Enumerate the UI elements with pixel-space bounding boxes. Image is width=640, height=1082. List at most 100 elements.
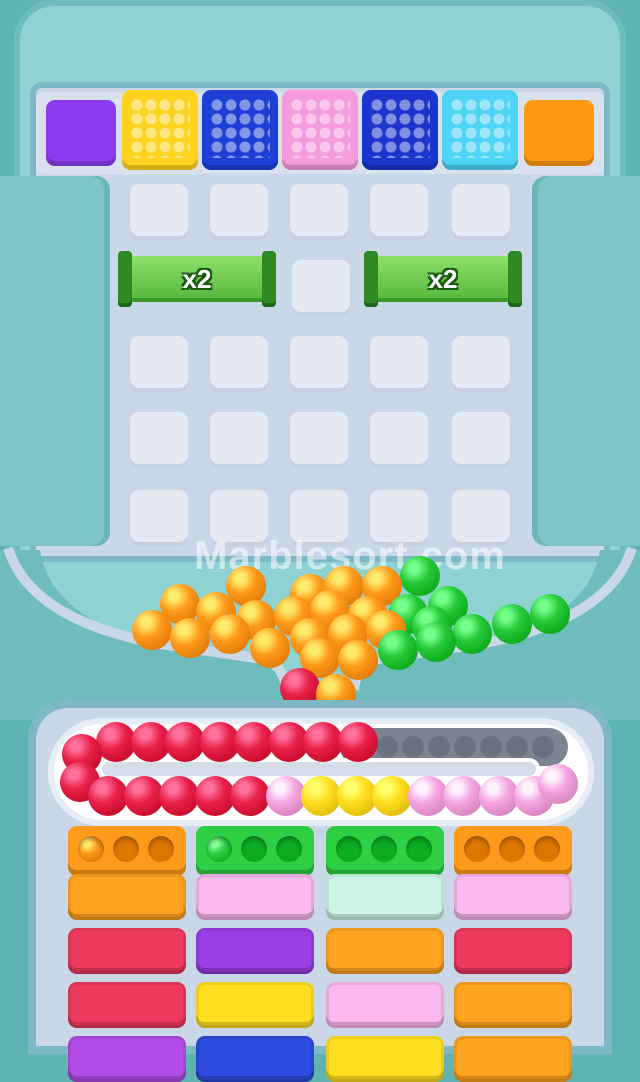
- conveyor-divider: [102, 762, 536, 776]
- grid-cell[interactable]: [452, 412, 510, 468]
- container-box[interactable]: [454, 1036, 572, 1082]
- container-top[interactable]: [454, 826, 572, 876]
- empty-hole: [534, 836, 560, 862]
- container-box[interactable]: [326, 928, 444, 974]
- empty-hole: [113, 836, 139, 862]
- empty-hole: [148, 836, 174, 862]
- container-box[interactable]: [68, 982, 186, 1028]
- conveyor-marble: [265, 776, 306, 816]
- multiplier-cap-right: [508, 251, 522, 307]
- grid-cell[interactable]: [210, 336, 268, 392]
- conveyor-marble: [194, 776, 235, 816]
- top-color-block[interactable]: [46, 100, 116, 166]
- container-box[interactable]: [326, 874, 444, 920]
- grid-cell[interactable]: [290, 412, 348, 468]
- container-box[interactable]: [454, 982, 572, 1028]
- top-color-block[interactable]: [362, 90, 438, 170]
- conveyor-marble: [538, 764, 578, 804]
- top-color-block[interactable]: [282, 90, 358, 170]
- left-wall: [0, 176, 110, 546]
- empty-socket: [506, 736, 528, 758]
- grid-cell[interactable]: [370, 336, 428, 392]
- marble: [132, 610, 172, 650]
- grid-cell[interactable]: [292, 260, 350, 316]
- empty-socket: [454, 736, 476, 758]
- grid-cell[interactable]: [370, 184, 428, 240]
- multiplier-cap-left: [118, 251, 132, 307]
- conveyor-marble: [443, 776, 483, 816]
- conveyor-marble: [407, 776, 448, 816]
- top-color-block[interactable]: [202, 90, 278, 170]
- filled-hole: [78, 836, 104, 862]
- container-box[interactable]: [196, 928, 314, 974]
- multiplier-cap-right: [262, 251, 276, 307]
- conveyor-marble: [478, 776, 519, 816]
- empty-socket: [376, 736, 398, 758]
- empty-hole: [406, 836, 432, 862]
- container-box[interactable]: [326, 982, 444, 1028]
- multiplier-x2-right[interactable]: x2: [364, 251, 522, 307]
- multiplier-cap-left: [364, 251, 378, 307]
- grid-cell[interactable]: [370, 490, 428, 546]
- grid-cell[interactable]: [452, 490, 510, 546]
- container-top[interactable]: [326, 826, 444, 876]
- conveyor-marble: [88, 776, 128, 816]
- top-color-block[interactable]: [122, 90, 198, 170]
- container-box[interactable]: [68, 928, 186, 974]
- empty-hole: [371, 836, 397, 862]
- marble: [452, 614, 492, 654]
- container-top[interactable]: [68, 826, 186, 876]
- grid-cell[interactable]: [130, 490, 188, 546]
- multiplier-label: x2: [182, 263, 212, 294]
- container-top[interactable]: [196, 826, 314, 876]
- top-color-block[interactable]: [524, 100, 594, 166]
- container-box[interactable]: [454, 874, 572, 920]
- grid-cell[interactable]: [210, 184, 268, 240]
- empty-hole: [276, 836, 302, 862]
- grid-cell[interactable]: [290, 490, 348, 546]
- grid-cell[interactable]: [130, 336, 188, 392]
- conveyor-marble: [336, 776, 377, 816]
- game-board: x2 x2 Marblesort.com: [0, 0, 640, 1082]
- container-box[interactable]: [196, 982, 314, 1028]
- conveyor-marble: [230, 776, 270, 816]
- multiplier-label: x2: [428, 263, 458, 294]
- empty-hole: [241, 836, 267, 862]
- marble: [492, 604, 532, 644]
- container-box[interactable]: [454, 928, 572, 974]
- container-box[interactable]: [326, 1036, 444, 1082]
- marble: [378, 630, 418, 670]
- marble: [530, 594, 570, 634]
- grid-cell[interactable]: [452, 336, 510, 392]
- container-box[interactable]: [68, 874, 186, 920]
- conveyor-marble: [337, 722, 378, 762]
- container-box[interactable]: [196, 874, 314, 920]
- grid-cell[interactable]: [130, 412, 188, 468]
- grid-cell[interactable]: [370, 412, 428, 468]
- conveyor-marble: [301, 776, 341, 816]
- grid-cell[interactable]: [290, 336, 348, 392]
- marble: [170, 618, 210, 658]
- marble: [250, 628, 290, 668]
- empty-socket: [402, 736, 424, 758]
- empty-hole: [336, 836, 362, 862]
- grid-cell[interactable]: [130, 184, 188, 240]
- empty-socket: [532, 736, 554, 758]
- container-box[interactable]: [196, 1036, 314, 1082]
- grid-cell[interactable]: [210, 490, 268, 546]
- right-wall: [532, 176, 640, 546]
- grid-cell[interactable]: [210, 412, 268, 468]
- empty-socket: [428, 736, 450, 758]
- empty-socket: [480, 736, 502, 758]
- container-box[interactable]: [68, 1036, 186, 1082]
- marble: [338, 640, 378, 680]
- conveyor-marble: [159, 776, 199, 816]
- multiplier-x2-left[interactable]: x2: [118, 251, 276, 307]
- grid-cell[interactable]: [452, 184, 510, 240]
- grid-cell[interactable]: [290, 184, 348, 240]
- empty-hole: [499, 836, 525, 862]
- conveyor-marble: [123, 776, 164, 816]
- filled-hole: [206, 836, 232, 862]
- top-color-block[interactable]: [442, 90, 518, 170]
- marble: [210, 614, 250, 654]
